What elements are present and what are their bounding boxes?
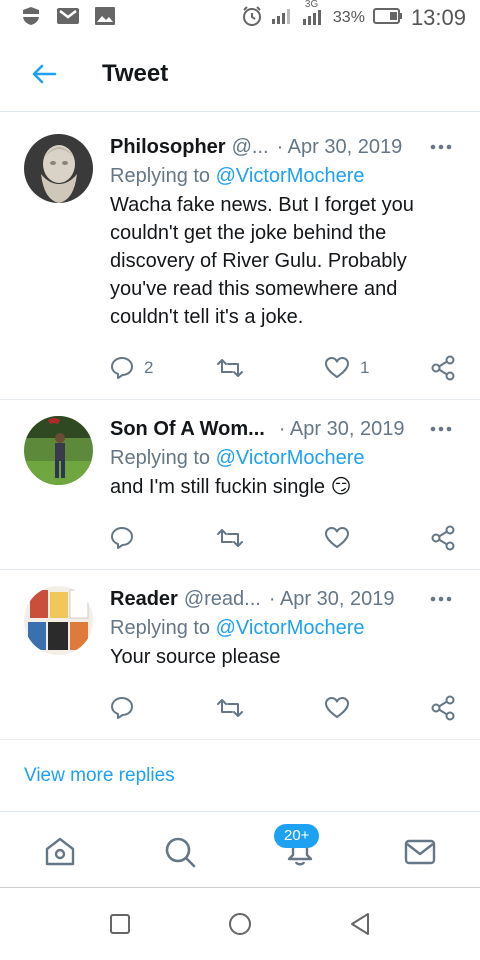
status-bar: 3G 33% 13:09 [0,0,480,36]
like-button[interactable]: 1 [324,352,369,384]
author-name[interactable]: Reader [110,584,178,614]
author-handle[interactable]: @read... [184,584,261,614]
home-icon [45,837,75,866]
reply-count: 2 [144,358,154,377]
network-type-label: 3G [304,0,319,10]
page-title: Tweet [102,59,169,87]
clock: 13:09 [410,5,466,30]
circle-home-icon [229,913,251,935]
battery-icon [372,7,403,30]
tab-home[interactable] [40,832,80,872]
tweet-text: and I'm still fuckin single 😏 [110,476,352,498]
heart-icon [325,527,349,548]
tweet-date: · Apr 30, 2019 [278,418,405,440]
system-navigation-bar [0,889,480,960]
more-options-button[interactable] [428,584,454,614]
more-icon [430,596,452,602]
share-icon [431,525,455,551]
author-name[interactable]: Philosopher [110,132,226,162]
mention-link[interactable]: @VictorMochere [216,447,365,469]
bottom-tab-bar [0,812,480,888]
share-button[interactable] [430,352,456,384]
replying-to: Replying to @VictorMochere [110,444,460,473]
avatar[interactable] [24,586,93,655]
retweet-icon [217,359,243,377]
like-button[interactable] [324,522,350,554]
share-icon [431,695,455,721]
triangle-back-icon [351,913,369,935]
author-name[interactable]: Son Of A Wom... [110,414,265,444]
more-options-button[interactable] [428,414,454,444]
back-nav-button[interactable] [347,911,373,937]
mention-link[interactable]: @VictorMochere [216,165,365,187]
reply-button[interactable] [110,692,144,724]
tweet-text: Your source please [110,646,281,668]
gallery-icon [94,6,116,31]
shield-icon [20,5,42,32]
tab-messages[interactable] [400,832,440,872]
search-icon [165,837,196,868]
retweet-icon [217,529,243,547]
reply-icon [111,697,133,719]
alarm-icon [241,5,263,32]
home-nav-button[interactable] [227,911,253,937]
tweet-item[interactable]: Son Of A Wom... · Apr 30, 2019 Replying … [0,400,480,570]
back-button[interactable] [16,46,72,102]
messages-icon [404,839,436,865]
replying-to-label: Replying to [110,617,211,639]
reply-button[interactable]: 2 [110,352,153,384]
gmail-icon [56,6,80,31]
replying-to: Replying to @VictorMochere [110,162,460,191]
heart-icon [325,697,349,718]
share-icon [431,355,455,381]
reply-icon [111,357,133,379]
battery-percent: 33% [332,9,365,26]
replying-to: Replying to @VictorMochere [110,614,460,643]
replying-to-label: Replying to [110,447,211,469]
tab-search[interactable] [160,832,200,872]
mention-link[interactable]: @VictorMochere [216,617,365,639]
signal-icon [271,7,293,30]
tweet-item[interactable]: Reader @read... · Apr 30, 2019 Replying … [0,570,480,740]
view-more-replies-link[interactable]: View more replies [0,740,480,812]
share-button[interactable] [430,692,456,724]
tweet-text: Wacha fake news. But I forget you couldn… [110,194,414,328]
author-handle[interactable]: @... [232,132,269,162]
notification-badge: 20+ [274,824,320,848]
signal-3g-icon: 3G [301,0,325,32]
tweet-date: · Apr 30, 2019 [276,136,403,158]
retweet-button[interactable] [216,352,244,384]
more-options-button[interactable] [428,132,454,162]
replying-to-label: Replying to [110,165,211,187]
retweet-button[interactable] [216,692,244,724]
heart-icon [325,357,349,378]
avatar[interactable] [24,416,93,485]
recents-icon [110,914,130,934]
reply-icon [111,527,133,549]
back-arrow-icon [32,64,57,83]
like-count: 1 [360,358,370,377]
share-button[interactable] [430,522,456,554]
header: Tweet [0,36,480,112]
more-icon [430,144,452,150]
tweet-item[interactable]: Philosopher @... · Apr 30, 2019 Replying… [0,118,480,400]
retweet-icon [217,699,243,717]
like-button[interactable] [324,692,350,724]
avatar[interactable] [24,134,93,203]
retweet-button[interactable] [216,522,244,554]
reply-button[interactable] [110,522,144,554]
tweet-date: · Apr 30, 2019 [268,588,395,610]
recents-button[interactable] [107,911,133,937]
more-icon [430,426,452,432]
